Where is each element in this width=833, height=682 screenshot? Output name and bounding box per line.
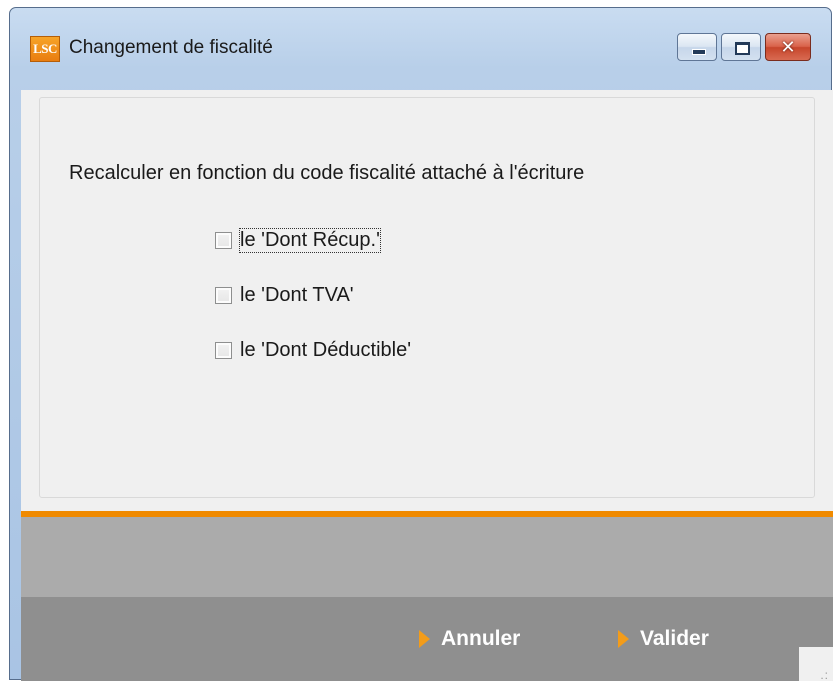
window-controls: ✕ — [673, 33, 811, 61]
arrow-right-icon — [419, 630, 430, 648]
minimize-icon — [692, 49, 706, 55]
title-bar[interactable]: LSC Changement de fiscalité ✕ — [10, 8, 831, 88]
checkbox-dont-deductible[interactable]: le 'Dont Déductible' — [215, 337, 411, 363]
close-icon: ✕ — [780, 37, 796, 57]
options-group: Recalculer en fonction du code fiscalité… — [39, 97, 815, 498]
maximize-icon — [735, 42, 750, 55]
checkbox-box[interactable] — [215, 286, 232, 304]
resize-grip[interactable]: .: — [799, 647, 833, 681]
dialog-client-area: Recalculer en fonction du code fiscalité… — [21, 90, 833, 681]
lsc-logo-icon: LSC — [30, 36, 60, 62]
validate-label: Valider — [640, 627, 709, 650]
checkbox-dont-tva[interactable]: le 'Dont TVA' — [215, 282, 354, 308]
maximize-button[interactable] — [721, 33, 761, 61]
checkbox-dont-recup[interactable]: le 'Dont Récup.' — [215, 227, 381, 253]
checkbox-label: le 'Dont TVA' — [240, 283, 354, 306]
checkbox-label: le 'Dont Déductible' — [240, 338, 412, 361]
cancel-button[interactable]: Annuler — [419, 627, 520, 651]
checkbox-box[interactable] — [215, 341, 232, 359]
window-title: Changement de fiscalité — [69, 37, 273, 58]
spacer-band — [21, 517, 833, 597]
checkbox-box[interactable] — [215, 231, 232, 249]
dialog-window: LSC Changement de fiscalité ✕ Recalculer… — [9, 7, 833, 681]
action-footer: Annuler Valider .: — [21, 597, 833, 681]
prompt-text: Recalculer en fonction du code fiscalité… — [69, 162, 585, 184]
validate-button[interactable]: Valider — [618, 627, 709, 651]
checkbox-label: le 'Dont Récup.' — [239, 227, 381, 253]
close-button[interactable]: ✕ — [765, 33, 811, 61]
resize-grip-icon: .: — [820, 668, 829, 682]
arrow-right-icon — [618, 630, 629, 648]
minimize-button[interactable] — [677, 33, 717, 61]
cancel-label: Annuler — [441, 627, 521, 650]
